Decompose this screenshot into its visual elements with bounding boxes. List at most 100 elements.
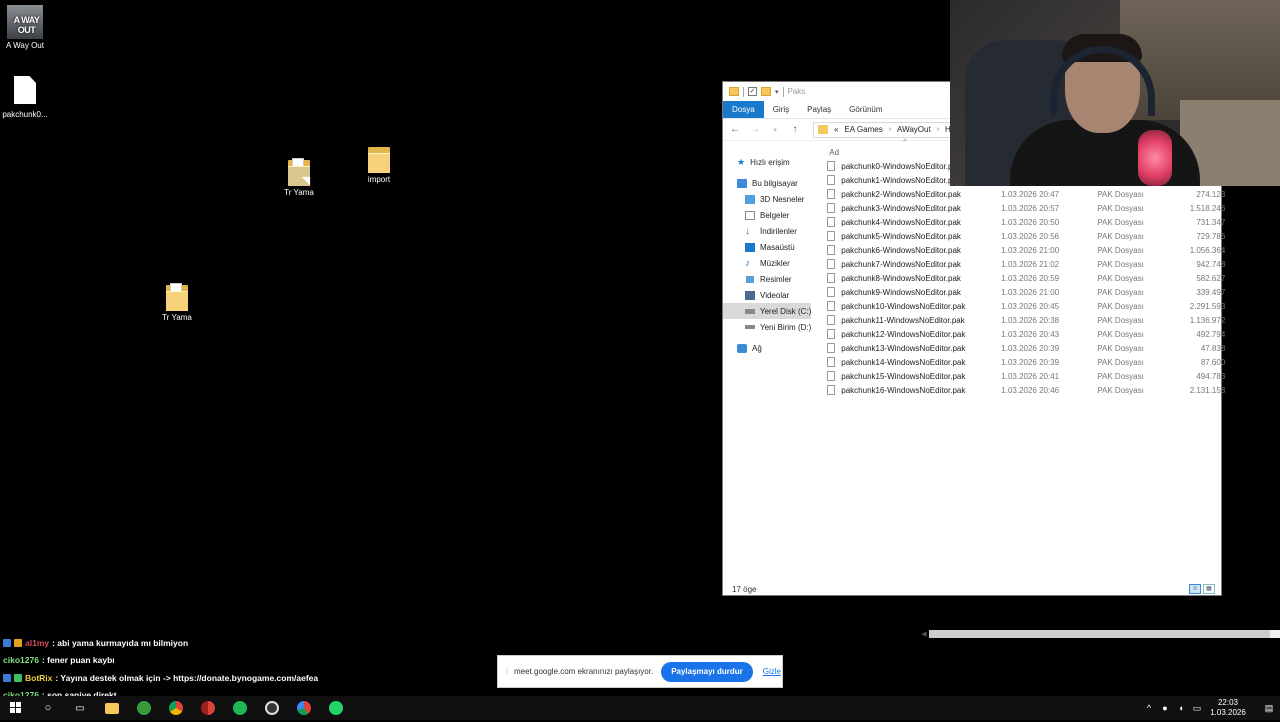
microphone-icon[interactable]: ● bbox=[1160, 703, 1170, 713]
taskbar-whatsapp[interactable] bbox=[320, 696, 352, 720]
chat-text: : fener puan kaybı bbox=[41, 655, 115, 666]
tab-view[interactable]: Görünüm bbox=[840, 101, 891, 118]
file-date: 1.03.2026 20:39 bbox=[1001, 343, 1060, 353]
taskbar-file-explorer[interactable] bbox=[96, 696, 128, 720]
start-button[interactable] bbox=[0, 696, 32, 720]
file-icon bbox=[14, 76, 36, 104]
tab-share[interactable]: Paylaş bbox=[798, 101, 840, 118]
file-row[interactable]: pakchunk6-WindowsNoEditor.pak 1.03.2026 2… bbox=[811, 243, 1225, 257]
taskbar-chrome[interactable] bbox=[160, 696, 192, 720]
file-row[interactable]: pakchunk7-WindowsNoEditor.pak 1.03.2026 2… bbox=[811, 257, 1225, 271]
file-date: 1.03.2026 20:59 bbox=[1001, 273, 1060, 283]
new-folder-icon[interactable] bbox=[761, 87, 771, 96]
customize-toolbar-icon[interactable]: ▾ bbox=[775, 88, 779, 96]
details-view-icon[interactable]: ≡ bbox=[1189, 584, 1201, 594]
speaker-icon[interactable]: ◖ bbox=[1176, 703, 1186, 713]
nav-quick-access[interactable]: ★ Hızlı erişim bbox=[723, 154, 811, 170]
breadcrumb-awayout[interactable]: AWayOut bbox=[897, 125, 931, 134]
star-icon: ★ bbox=[737, 156, 746, 167]
desktop-icon-import[interactable]: import bbox=[349, 145, 409, 184]
file-name: pakchunk8-WindowsNoEditor.pak bbox=[841, 273, 961, 283]
tab-file[interactable]: Dosya bbox=[723, 101, 764, 118]
desktop-icon-tr-yama-2[interactable]: Tr Yama bbox=[147, 283, 207, 322]
nav-label: 3D Nesneler bbox=[760, 194, 805, 204]
file-row[interactable]: pakchunk13-WindowsNoEditor.pak 1.03.2026 … bbox=[811, 341, 1225, 355]
tab-home[interactable]: Giriş bbox=[764, 101, 798, 118]
nav-pictures[interactable]: Resimler bbox=[723, 271, 811, 287]
desktop-icon bbox=[745, 242, 755, 252]
hide-link[interactable]: Gizle bbox=[763, 667, 781, 676]
nav-videos[interactable]: Videolar bbox=[723, 287, 811, 303]
taskbar-xbox[interactable] bbox=[128, 696, 160, 720]
file-row[interactable]: pakchunk4-WindowsNoEditor.pak 1.03.2026 2… bbox=[811, 215, 1225, 229]
file-size: 87.600 bbox=[1200, 357, 1226, 367]
file-icon bbox=[827, 217, 836, 227]
file-row[interactable]: pakchunk9-WindowsNoEditor.pak 1.03.2026 2… bbox=[811, 285, 1225, 299]
nav-this-pc[interactable]: Bu bilgisayar bbox=[723, 175, 811, 191]
back-arrow-icon[interactable]: ← bbox=[729, 124, 741, 135]
desktop-icon-pakchunk[interactable]: pakchunk0... bbox=[0, 76, 55, 119]
file-row[interactable]: pakchunk2-WindowsNoEditor.pak 1.03.2026 2… bbox=[811, 187, 1225, 201]
taskbar-spotify[interactable] bbox=[224, 696, 256, 720]
windows-logo-icon bbox=[10, 702, 21, 713]
file-row[interactable]: pakchunk16-WindowsNoEditor.pak 1.03.2026 … bbox=[811, 383, 1225, 397]
stop-sharing-button[interactable]: Paylaşmayı durdur bbox=[661, 661, 753, 682]
folder-icon bbox=[818, 125, 828, 134]
chevron-up-icon[interactable]: ^ bbox=[1144, 703, 1154, 713]
chat-username: BotRix bbox=[25, 672, 53, 683]
desktop-icon-label: A Way Out bbox=[6, 41, 44, 50]
chevron-right-icon[interactable]: › bbox=[889, 126, 891, 133]
properties-icon[interactable]: ✓ bbox=[748, 87, 757, 96]
column-header-label: Ad bbox=[829, 147, 840, 157]
clock[interactable]: 22:03 1.03.2026 bbox=[1208, 698, 1248, 718]
large-icons-view-icon[interactable]: ▦ bbox=[1203, 584, 1215, 594]
file-row[interactable]: pakchunk8-WindowsNoEditor.pak 1.03.2026 2… bbox=[811, 271, 1225, 285]
network-icon[interactable]: ▭ bbox=[1192, 703, 1202, 714]
desktop-icon-a-way-out[interactable]: A WAY OUT A Way Out bbox=[0, 5, 55, 50]
file-row[interactable]: pakchunk14-WindowsNoEditor.pak 1.03.2026 … bbox=[811, 355, 1225, 369]
taskbar-chrome-2[interactable] bbox=[192, 696, 224, 720]
taskbar-chrome-3[interactable] bbox=[288, 696, 320, 720]
nav-3d-objects[interactable]: 3D Nesneler bbox=[723, 191, 811, 207]
nav-music[interactable]: ♪ Müzikler bbox=[723, 255, 811, 271]
status-bar: 17 öge ≡ ▦ bbox=[723, 582, 1221, 596]
notification-icon[interactable]: ▤ bbox=[1264, 703, 1274, 714]
breadcrumb-ea-games[interactable]: EA Games bbox=[844, 125, 882, 134]
chevron-right-icon[interactable]: › bbox=[937, 126, 939, 133]
recent-locations-icon[interactable]: ▾ bbox=[769, 126, 781, 134]
file-row[interactable]: pakchunk3-WindowsNoEditor.pak 1.03.2026 2… bbox=[811, 201, 1225, 215]
horizontal-scrollbar[interactable]: ◀ ▶ bbox=[921, 629, 1280, 639]
file-row[interactable]: pakchunk11-WindowsNoEditor.pak 1.03.2026 … bbox=[811, 313, 1225, 327]
nav-downloads[interactable]: ↓ İndirilenler bbox=[723, 223, 811, 239]
scroll-track[interactable] bbox=[928, 630, 1280, 638]
scroll-left-icon[interactable]: ◀ bbox=[921, 630, 926, 638]
nav-label: Yeni Birim (D:) bbox=[760, 322, 812, 332]
scroll-thumb[interactable] bbox=[928, 630, 1271, 638]
taskbar-app[interactable] bbox=[256, 696, 288, 720]
file-row[interactable]: pakchunk10-WindowsNoEditor.pak 1.03.2026 … bbox=[811, 299, 1225, 313]
file-row[interactable]: pakchunk15-WindowsNoEditor.pak 1.03.2026 … bbox=[811, 369, 1225, 383]
file-icon bbox=[827, 245, 836, 255]
nav-new-volume-d[interactable]: Yeni Birim (D:) bbox=[723, 319, 811, 335]
file-icon bbox=[827, 273, 836, 283]
taskbar-search[interactable]: ○ bbox=[32, 696, 64, 720]
file-date: 1.03.2026 20:43 bbox=[1001, 329, 1060, 339]
nav-local-disk-c[interactable]: Yerel Disk (C:) bbox=[723, 303, 812, 319]
up-arrow-icon[interactable]: ↑ bbox=[789, 124, 801, 135]
file-row[interactable]: pakchunk12-WindowsNoEditor.pak 1.03.2026 … bbox=[811, 327, 1225, 341]
breadcrumb-overflow[interactable]: « bbox=[834, 125, 838, 134]
forward-arrow-icon[interactable]: → bbox=[749, 124, 761, 135]
desktop-icon-tr-yama-1[interactable]: Tr Yama bbox=[269, 158, 329, 197]
drag-handle-icon[interactable]: ⁞ bbox=[502, 667, 512, 676]
file-row[interactable]: pakchunk5-WindowsNoEditor.pak 1.03.2026 2… bbox=[811, 229, 1225, 243]
folder-icon bbox=[729, 87, 739, 96]
nav-documents[interactable]: Belgeler bbox=[723, 207, 811, 223]
nav-network[interactable]: Ağ bbox=[723, 340, 811, 356]
nav-label: Resimler bbox=[760, 274, 792, 284]
file-date: 1.03.2026 20:38 bbox=[1001, 315, 1060, 325]
nav-desktop[interactable]: Masaüstü bbox=[723, 239, 811, 255]
cube-icon bbox=[745, 194, 755, 204]
file-size: 339.497 bbox=[1196, 287, 1226, 297]
divider bbox=[743, 86, 744, 97]
taskbar-task-view[interactable]: ▭ bbox=[64, 696, 96, 720]
